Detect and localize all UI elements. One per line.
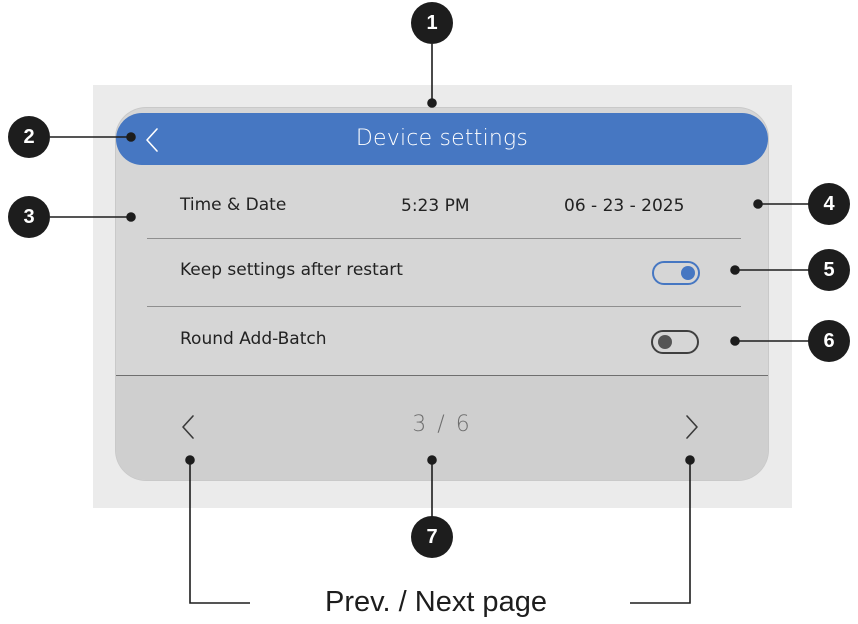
- callout-5: 5: [808, 249, 850, 291]
- leader-dot-6: [730, 336, 740, 346]
- leader-line-next: [630, 460, 691, 604]
- leader-dot-2: [126, 132, 136, 142]
- leader-dot-1: [427, 98, 437, 108]
- leader-line-prev: [189, 460, 250, 604]
- leader-dot-7: [427, 455, 437, 465]
- callout-3: 3: [8, 196, 50, 238]
- callout-1: 1: [411, 2, 453, 44]
- callout-7: 7: [411, 516, 453, 558]
- callout-4: 4: [808, 183, 850, 225]
- prev-next-caption: Prev. / Next page: [325, 586, 547, 618]
- leader-dot-4: [753, 199, 763, 209]
- callout-2: 2: [8, 116, 50, 158]
- callout-6: 6: [808, 320, 850, 362]
- leader-dot-5: [730, 265, 740, 275]
- leader-dot-3: [126, 212, 136, 222]
